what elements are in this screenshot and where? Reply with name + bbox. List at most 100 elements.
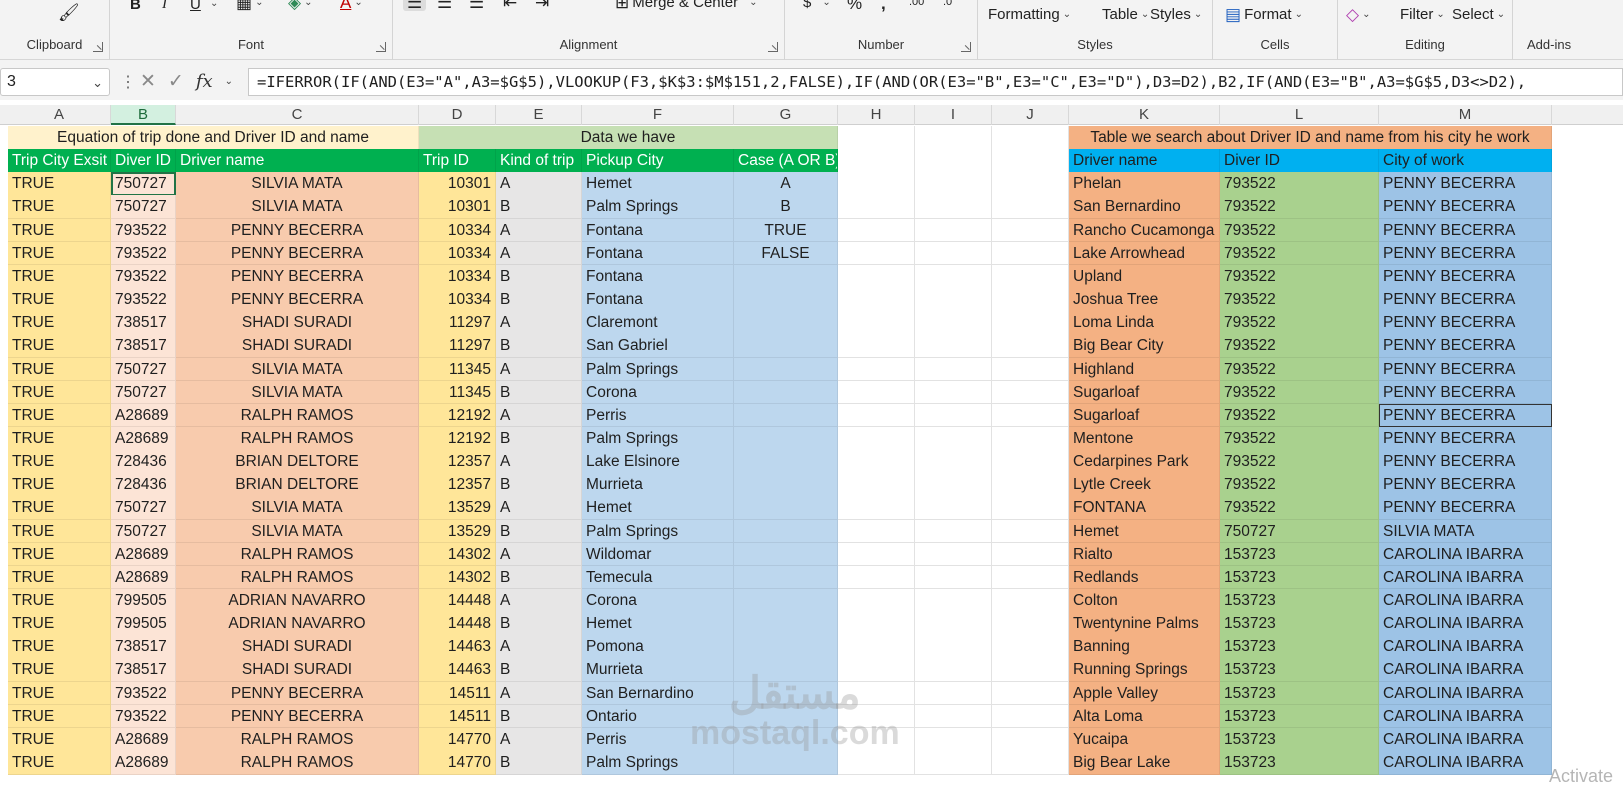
data-cell-b[interactable]: 738517 — [111, 311, 176, 335]
data-cell-e[interactable]: A — [496, 635, 582, 659]
data-cell-b[interactable]: A28689 — [111, 426, 176, 451]
clear-button[interactable]: ◇ ⌄ — [1346, 6, 1370, 23]
data-cell-a[interactable]: TRUE — [8, 704, 111, 729]
cell-styles-button[interactable]: Styles ⌄ — [1150, 6, 1202, 23]
lookup-cell-k[interactable]: Sugarloaf — [1069, 403, 1220, 428]
lookup-cell-m[interactable]: CAROLINA IBARRA — [1379, 612, 1552, 636]
empty-cell[interactable] — [915, 334, 992, 358]
data-cell-c[interactable]: SILVIA MATA — [176, 519, 419, 544]
data-cell-f[interactable]: Palm Springs — [582, 195, 734, 220]
bold-button[interactable]: B — [130, 0, 141, 13]
data-cell-e[interactable]: A — [496, 357, 582, 382]
data-cell-c[interactable]: RALPH RAMOS — [176, 727, 419, 752]
empty-cell[interactable] — [992, 565, 1069, 590]
lookup-cell-m[interactable]: CAROLINA IBARRA — [1379, 727, 1552, 752]
format-painter-button[interactable]: 🖌 — [58, 4, 80, 21]
empty-cell[interactable] — [838, 542, 915, 567]
case-empty-cell[interactable] — [734, 357, 838, 382]
borders-button[interactable]: ▦ ⌄ — [236, 0, 263, 11]
empty-cell[interactable] — [915, 589, 992, 613]
lookup-cell-m[interactable]: CAROLINA IBARRA — [1379, 681, 1552, 706]
empty-cell[interactable] — [915, 357, 992, 382]
empty-cell[interactable] — [915, 403, 992, 428]
data-cell-a[interactable]: TRUE — [8, 450, 111, 474]
data-cell-f[interactable]: Fontana — [582, 218, 734, 243]
field-header-d[interactable]: Trip ID — [419, 149, 496, 173]
case-empty-cell[interactable] — [734, 589, 838, 613]
currency-button[interactable]: $ ⌄ — [803, 0, 831, 11]
data-cell-d[interactable]: 10301 — [419, 172, 496, 196]
empty-cell[interactable] — [915, 241, 992, 266]
data-cell-d[interactable]: 13529 — [419, 496, 496, 521]
data-cell-f[interactable]: Palm Springs — [582, 751, 734, 775]
data-cell-e[interactable]: B — [496, 473, 582, 497]
data-cell-c[interactable]: BRIAN DELTORE — [176, 450, 419, 474]
empty-cell[interactable] — [838, 612, 915, 636]
data-cell-d[interactable]: 14463 — [419, 635, 496, 659]
data-cell-a[interactable]: TRUE — [8, 172, 111, 196]
data-cell-a[interactable]: TRUE — [8, 727, 111, 752]
column-header-j[interactable]: J — [992, 105, 1069, 125]
column-header-m[interactable]: M — [1379, 105, 1552, 125]
lookup-cell-k[interactable]: Loma Linda — [1069, 311, 1220, 335]
data-cell-c[interactable]: RALPH RAMOS — [176, 751, 419, 775]
data-cell-b[interactable]: 793522 — [111, 681, 176, 706]
lookup-cell-k[interactable]: Phelan — [1069, 172, 1220, 196]
lookup-cell-k[interactable]: Lytle Creek — [1069, 473, 1220, 497]
empty-cell[interactable] — [838, 727, 915, 752]
lookup-cell-m[interactable]: PENNY BECERRA — [1379, 172, 1552, 196]
case-empty-cell[interactable] — [734, 496, 838, 521]
lookup-cell-m[interactable]: CAROLINA IBARRA — [1379, 589, 1552, 613]
data-cell-c[interactable]: RALPH RAMOS — [176, 426, 419, 451]
empty-cell[interactable] — [838, 218, 915, 243]
lookup-cell-l[interactable]: 793522 — [1220, 311, 1379, 335]
lookup-cell-l[interactable]: 153723 — [1220, 589, 1379, 613]
empty-cell[interactable] — [838, 450, 915, 474]
data-cell-a[interactable]: TRUE — [8, 473, 111, 497]
data-cell-e[interactable]: A — [496, 241, 582, 266]
data-cell-b[interactable]: A28689 — [111, 403, 176, 428]
conditional-formatting-button[interactable]: Formatting ⌄ — [988, 6, 1071, 23]
data-cell-d[interactable]: 11297 — [419, 334, 496, 358]
data-cell-b[interactable]: A28689 — [111, 751, 176, 775]
data-cell-b[interactable]: 799505 — [111, 612, 176, 636]
data-cell-b[interactable]: 750727 — [111, 519, 176, 544]
data-cell-a[interactable]: TRUE — [8, 658, 111, 683]
data-cell-d[interactable]: 14511 — [419, 681, 496, 706]
data-cell-b[interactable]: 750727 — [111, 357, 176, 382]
lookup-cell-m[interactable]: PENNY BECERRA — [1379, 380, 1552, 405]
name-box[interactable]: 3 ⌄ — [0, 68, 110, 96]
data-cell-f[interactable]: Palm Springs — [582, 357, 734, 382]
data-cell-c[interactable]: PENNY BECERRA — [176, 681, 419, 706]
data-cell-a[interactable]: TRUE — [8, 195, 111, 220]
lookup-cell-k[interactable]: Joshua Tree — [1069, 288, 1220, 312]
data-cell-a[interactable]: TRUE — [8, 635, 111, 659]
lookup-cell-m[interactable]: PENNY BECERRA — [1379, 473, 1552, 497]
lookup-cell-k[interactable]: Big Bear Lake — [1069, 751, 1220, 775]
data-cell-c[interactable]: SILVIA MATA — [176, 357, 419, 382]
data-cell-c[interactable]: SILVIA MATA — [176, 172, 419, 196]
lookup-cell-m[interactable]: PENNY BECERRA — [1379, 218, 1552, 243]
lookup-cell-k[interactable]: Redlands — [1069, 565, 1220, 590]
empty-cell[interactable] — [992, 681, 1069, 706]
case-value-cell[interactable]: TRUE — [734, 218, 838, 243]
empty-cell[interactable] — [992, 195, 1069, 220]
data-cell-e[interactable]: A — [496, 681, 582, 706]
data-cell-d[interactable]: 14302 — [419, 542, 496, 567]
case-value-cell[interactable]: A — [734, 172, 838, 196]
more-options-icon[interactable]: ⋮ — [120, 72, 136, 92]
empty-cell[interactable] — [915, 426, 992, 451]
lookup-cell-m[interactable]: PENNY BECERRA — [1379, 264, 1552, 289]
data-cell-e[interactable]: B — [496, 612, 582, 636]
data-cell-f[interactable]: Hemet — [582, 496, 734, 521]
data-cell-f[interactable]: San Bernardino — [582, 681, 734, 706]
data-cell-c[interactable]: RALPH RAMOS — [176, 565, 419, 590]
empty-cell[interactable] — [915, 172, 992, 196]
empty-cell[interactable] — [838, 704, 915, 729]
data-cell-b[interactable]: 799505 — [111, 589, 176, 613]
lookup-cell-l[interactable]: 153723 — [1220, 658, 1379, 683]
empty-cell[interactable] — [992, 264, 1069, 289]
data-cell-d[interactable]: 11345 — [419, 380, 496, 405]
empty-cell[interactable] — [915, 542, 992, 567]
data-cell-d[interactable]: 10334 — [419, 241, 496, 266]
